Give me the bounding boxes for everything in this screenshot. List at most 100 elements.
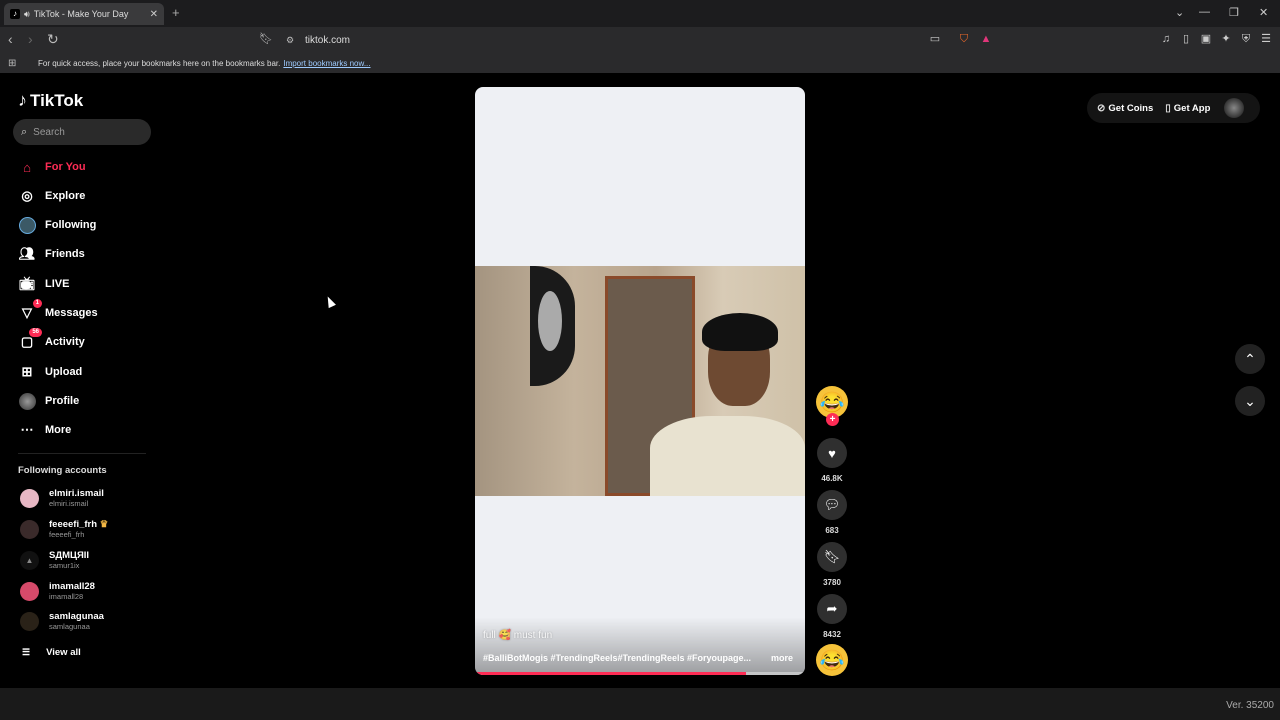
bookmark-page-icon[interactable]: 🔖︎ [259, 32, 273, 46]
video-progress-bar[interactable] [475, 672, 805, 675]
close-tab-icon[interactable]: ✕ [150, 9, 158, 20]
tab-list-chevron-icon[interactable]: ⌄ [1175, 6, 1184, 19]
save-count: 3780 [823, 578, 841, 587]
brave-rewards-icon[interactable]: ▲ [980, 33, 992, 45]
home-icon: ⌂ [23, 159, 31, 175]
nav-label: LIVE [45, 278, 70, 290]
nav-following[interactable]: Following [18, 214, 96, 236]
like-button[interactable]: ♥ [817, 438, 847, 468]
video-player[interactable]: full 🥰 must fun #BalliBotMogis #Trending… [475, 87, 805, 675]
video-frame [475, 266, 805, 496]
music-disc-avatar[interactable]: 😂 [816, 644, 848, 676]
import-bookmarks-link[interactable]: Import bookmarks now... [283, 59, 370, 68]
profile-avatar-icon [18, 392, 36, 410]
brave-shield-icon[interactable]: ⛉ [958, 33, 970, 45]
following-avatar-icon [18, 216, 36, 234]
account-item[interactable]: samlagunaa samlagunaa [20, 607, 104, 635]
view-all-label: View all [46, 647, 81, 658]
account-item[interactable]: elmiri.ismail elmiri.ismail [20, 484, 104, 512]
messages-icon: ▽ 1 [18, 299, 42, 322]
tab-title: TikTok - Make Your Day [33, 9, 129, 19]
account-handle: samlagunaa [49, 622, 90, 631]
view-all-button[interactable]: ☰ View all [22, 647, 81, 658]
restore-button[interactable]: ❐ [1229, 6, 1239, 19]
save-button[interactable]: 🔖︎ [817, 542, 847, 572]
coin-icon: ⊘ [1097, 102, 1106, 114]
media-icon[interactable]: ♫ [1160, 33, 1172, 45]
get-app-button[interactable]: ▯ Get App [1165, 103, 1210, 114]
account-item[interactable]: ▲ SДMЦЯII samur1ix [20, 546, 89, 574]
wallet-icon[interactable]: ▣ [1200, 33, 1212, 45]
nav-messages[interactable]: ▽ 1 Messages [18, 299, 98, 324]
previous-video-button[interactable]: ⌃ [1235, 344, 1265, 374]
get-app-label: Get App [1173, 102, 1211, 114]
nav-for-you[interactable]: ⌂ For You [18, 156, 86, 178]
account-name: samlagunaa [49, 611, 104, 622]
bookmark-icon: 🔖︎ [823, 549, 841, 564]
comment-count: 683 [825, 526, 839, 535]
share-count: 8432 [823, 630, 841, 639]
minimize-button[interactable]: — [1199, 6, 1210, 18]
bookmarks-hint: For quick access, place your bookmarks h… [38, 58, 281, 68]
user-avatar[interactable] [1224, 98, 1245, 118]
apps-grid-icon[interactable]: ⊞ [8, 58, 19, 69]
account-item[interactable]: imamall28 imamall28 [20, 577, 95, 605]
get-coins-button[interactable]: ⊘ Get Coins [1097, 103, 1153, 114]
menu-icon[interactable]: ☰ [1260, 33, 1272, 45]
chevron-down-icon: ⌄ [1244, 392, 1256, 409]
cast-icon[interactable]: ▭ [929, 33, 941, 45]
share-arrow-icon: ➦ [826, 601, 838, 616]
comment-button[interactable]: 💬︎ [817, 490, 847, 520]
search-input[interactable]: ⌕ Search [13, 119, 151, 145]
account-handle: samur1ix [49, 561, 80, 570]
avatar [20, 611, 39, 631]
new-tab-button[interactable]: + [172, 5, 180, 20]
nav-explore[interactable]: ◎ Explore [18, 185, 85, 207]
nav-label: Friends [45, 248, 85, 260]
account-name: SДMЦЯII [49, 550, 90, 561]
reload-button[interactable]: ↻ [47, 32, 59, 46]
nav-label: For You [45, 161, 86, 173]
url-text: tiktok.com [305, 34, 351, 46]
back-button[interactable]: ‹ [8, 32, 13, 46]
video-hashtags[interactable]: #BalliBotMogis #TrendingReels#TrendingRe… [483, 653, 765, 663]
browser-toolbar: ‹ › ↻ 🔖︎ ⚙ tiktok.com ▭ ⛉ ▲ ♫ ▯ ▣ ✦ ⛨ ☰ [0, 27, 1280, 53]
tiktok-app: ♪ TikTok ⌕ Search ⌂ For You ◎ Explore Fo… [0, 76, 1280, 686]
nav-upload[interactable]: ⊞ Upload [18, 361, 83, 383]
like-count: 46.8K [821, 474, 843, 483]
leo-ai-icon[interactable]: ✦ [1220, 33, 1232, 45]
nav-activity[interactable]: ▢ 56 Activity [18, 328, 85, 353]
comment-icon: 💬︎ [823, 497, 841, 512]
crown-icon: ♛ [99, 519, 109, 530]
close-window-button[interactable]: ✕ [1259, 6, 1268, 19]
upload-icon: ⊞ [21, 364, 33, 379]
get-coins-label: Get Coins [1108, 102, 1154, 114]
vpn-icon[interactable]: ⛨ [1240, 33, 1252, 45]
nav-more[interactable]: ⋯ More [18, 419, 72, 441]
tiktok-note-icon: ♪ [18, 90, 27, 110]
more-link[interactable]: more [771, 653, 793, 663]
nav-label: Profile [45, 395, 80, 407]
nav-label: Following [45, 219, 97, 231]
nav-profile[interactable]: Profile [18, 390, 79, 412]
avatar: ▲ [20, 550, 39, 570]
speaker-icon: 🔊︎ [24, 8, 30, 19]
share-button[interactable]: ➦ [817, 594, 847, 624]
sidebar-icon[interactable]: ▯ [1180, 33, 1192, 45]
video-caption: full 🥰 must fun [483, 630, 553, 641]
forward-button[interactable]: › [28, 32, 33, 46]
activity-badge: 56 [29, 328, 42, 337]
nav-friends[interactable]: 👥︎ Friends [18, 243, 85, 265]
phone-icon: ▯ [1165, 102, 1171, 114]
tiktok-logo[interactable]: ♪ TikTok [18, 90, 83, 111]
site-info-icon[interactable]: ⚙ [286, 35, 294, 46]
search-placeholder: Search [33, 126, 65, 138]
next-video-button[interactable]: ⌄ [1235, 386, 1265, 416]
nav-label: Activity [45, 336, 85, 348]
avatar [20, 581, 39, 601]
nav-live[interactable]: 📺︎ LIVE [18, 273, 70, 295]
address-bar[interactable]: ⚙ tiktok.com [280, 30, 1000, 50]
browser-tab[interactable]: ♪ 🔊︎ TikTok - Make Your Day ✕ [4, 3, 164, 25]
follow-plus-button[interactable]: + [826, 413, 839, 426]
account-item[interactable]: feeeefi_frh ♛ feeeefi_frh [20, 515, 108, 543]
